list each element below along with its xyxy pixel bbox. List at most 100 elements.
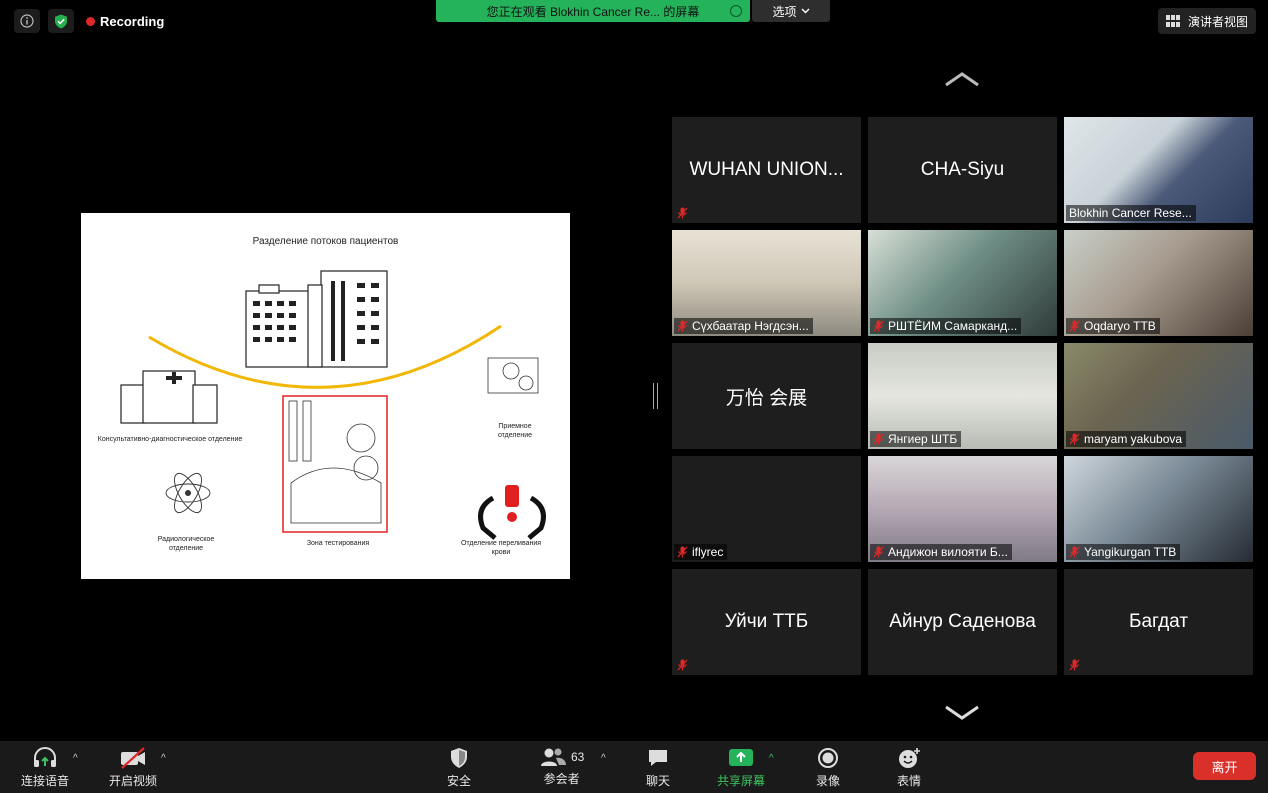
participant-tile[interactable]: Андижон вилояти Б... — [868, 456, 1057, 562]
scroll-down-icon[interactable] — [944, 704, 980, 720]
video-options-caret[interactable]: ^ — [161, 753, 166, 764]
leave-meeting-button[interactable]: 离开 — [1193, 752, 1256, 780]
participant-name-bar: Oqdaryo TTB — [1066, 318, 1160, 334]
view-options-button[interactable]: 选项 — [752, 0, 830, 22]
start-video-label: 开启视频 — [109, 774, 158, 788]
participant-name: Янгиер ШТБ — [888, 432, 958, 446]
muted-mic-icon — [1069, 546, 1080, 558]
share-screen-label: 共享屏幕 — [717, 774, 766, 788]
emoji-icon — [899, 748, 920, 768]
participant-tile[interactable]: Yangikurgan TTB — [1064, 456, 1253, 562]
participant-tile[interactable]: Уйчи ТТБ — [672, 569, 861, 675]
muted-mic-icon — [677, 546, 688, 558]
participant-name-bar: iflyrec — [674, 544, 728, 560]
share-screen-button[interactable]: 共享屏幕 — [717, 747, 765, 789]
shared-screen-slide: Разделение потоков пациентов Консультати… — [81, 213, 570, 579]
grid-view-icon — [1165, 15, 1180, 27]
share-status-icon — [730, 5, 742, 17]
slide-illustration — [120, 270, 546, 540]
label-radio: Радиологическое отделение — [157, 536, 215, 552]
participant-tile[interactable]: 万怡 会展 — [672, 343, 861, 449]
security-shield-icon[interactable] — [48, 9, 74, 33]
security-label: 安全 — [447, 774, 472, 788]
participant-display-name: CHA-Siyu — [920, 159, 1005, 180]
participants-button[interactable]: 63 参会者 — [539, 747, 584, 787]
audio-options-caret[interactable]: ^ — [73, 753, 78, 764]
participant-name-bar: maryam yakubova — [1066, 431, 1187, 447]
label-reception: Приемное отделение — [497, 423, 533, 439]
muted-mic-icon — [873, 546, 884, 558]
muted-mic-icon — [873, 433, 884, 445]
label-testing: Зона тестирования — [306, 540, 370, 547]
participants-icon — [541, 748, 566, 766]
participant-tile[interactable]: CHA-Siyu — [868, 117, 1057, 223]
share-banner-text: 您正在观看 Blokhin Cancer Re... 的屏幕 — [486, 4, 700, 19]
panel-resize-handle[interactable] — [653, 383, 658, 409]
participant-tile[interactable]: WUHAN UNION... — [672, 117, 861, 223]
muted-mic-icon — [873, 320, 884, 332]
participant-name: maryam yakubova — [1084, 432, 1183, 446]
chat-button[interactable]: 聊天 — [646, 747, 670, 789]
join-audio-button[interactable]: 连接语音 — [21, 747, 69, 789]
options-label: 选项 — [772, 4, 797, 19]
reactions-label: 表情 — [897, 774, 922, 788]
label-consult: Консультативно-диагностическое отделение — [97, 436, 243, 443]
video-off-icon — [121, 747, 145, 769]
record-label: 录像 — [816, 774, 841, 788]
participant-name-bar — [1066, 657, 1084, 673]
participant-name: Yangikurgan TTB — [1084, 545, 1177, 559]
participant-name: Андижон вилояти Б... — [888, 545, 1008, 559]
participant-tile[interactable]: Янгиер ШТБ — [868, 343, 1057, 449]
participant-tile[interactable]: Oqdaryo TTB — [1064, 230, 1253, 336]
participant-tile[interactable]: iflyrec — [672, 456, 861, 562]
muted-mic-icon — [1069, 320, 1080, 332]
participant-tile[interactable]: Багдат — [1064, 569, 1253, 675]
share-screen-icon — [729, 749, 753, 766]
participant-name-bar: Янгиер ШТБ — [870, 431, 962, 447]
participant-name: iflyrec — [692, 545, 724, 559]
chat-icon — [649, 750, 667, 766]
headphones-icon — [34, 747, 56, 767]
muted-mic-icon — [677, 207, 688, 219]
label-transfusion: Отделение переливания крови — [460, 540, 542, 556]
participant-tile[interactable]: Сүхбаатар Нэгдсэн... — [672, 230, 861, 336]
muted-mic-icon — [1069, 659, 1080, 671]
chat-label: 聊天 — [646, 774, 671, 788]
start-video-button[interactable]: 开启视频 — [109, 747, 157, 789]
participant-name-bar — [674, 657, 692, 673]
share-banner: 您正在观看 Blokhin Cancer Re... 的屏幕 — [436, 0, 750, 22]
participant-name: Blokhin Cancer Rese... — [1069, 206, 1192, 220]
participants-count: 63 — [571, 750, 585, 764]
participant-tile[interactable]: Blokhin Cancer Rese... — [1064, 117, 1253, 223]
participant-display-name: Уйчи ТТБ — [724, 611, 809, 632]
participant-name-bar: Yangikurgan TTB — [1066, 544, 1181, 560]
meeting-info-bar: Recording — [14, 9, 164, 33]
participant-tile[interactable]: Айнур Саденова — [868, 569, 1057, 675]
recording-dot-icon — [86, 16, 95, 26]
record-icon — [818, 748, 838, 768]
participant-display-name: Багдат — [1128, 611, 1189, 632]
participant-name-bar: Сүхбаатар Нэгдсэн... — [674, 318, 813, 334]
participants-options-caret[interactable]: ^ — [601, 753, 606, 764]
speaker-view-label: 演讲者视图 — [1187, 14, 1248, 29]
muted-mic-icon — [1069, 433, 1080, 445]
participant-name-bar — [674, 205, 692, 221]
recording-label: Recording — [100, 13, 165, 29]
muted-mic-icon — [677, 320, 688, 332]
record-button[interactable]: 录像 — [816, 747, 840, 789]
info-icon[interactable] — [14, 9, 40, 33]
share-options-caret[interactable]: ^ — [769, 753, 774, 764]
reactions-button[interactable]: 表情 — [897, 747, 921, 789]
speaker-view-button[interactable]: 演讲者视图 — [1157, 8, 1256, 34]
participant-name: Сүхбаатар Нэгдсэн... — [692, 319, 809, 333]
shield-icon — [451, 748, 467, 768]
participant-tile[interactable]: РШТЁИМ Самарканд... — [868, 230, 1057, 336]
security-button[interactable]: 安全 — [447, 747, 471, 789]
scroll-up-icon[interactable] — [944, 71, 980, 87]
participant-name-bar: Blokhin Cancer Rese... — [1066, 205, 1196, 221]
participant-name-bar: РШТЁИМ Самарканд... — [870, 318, 1022, 334]
participant-tile[interactable]: maryam yakubova — [1064, 343, 1253, 449]
participant-display-name: 万怡 会展 — [725, 387, 808, 409]
join-audio-label: 连接语音 — [21, 774, 70, 788]
participant-name-bar: Андижон вилояти Б... — [870, 544, 1012, 560]
